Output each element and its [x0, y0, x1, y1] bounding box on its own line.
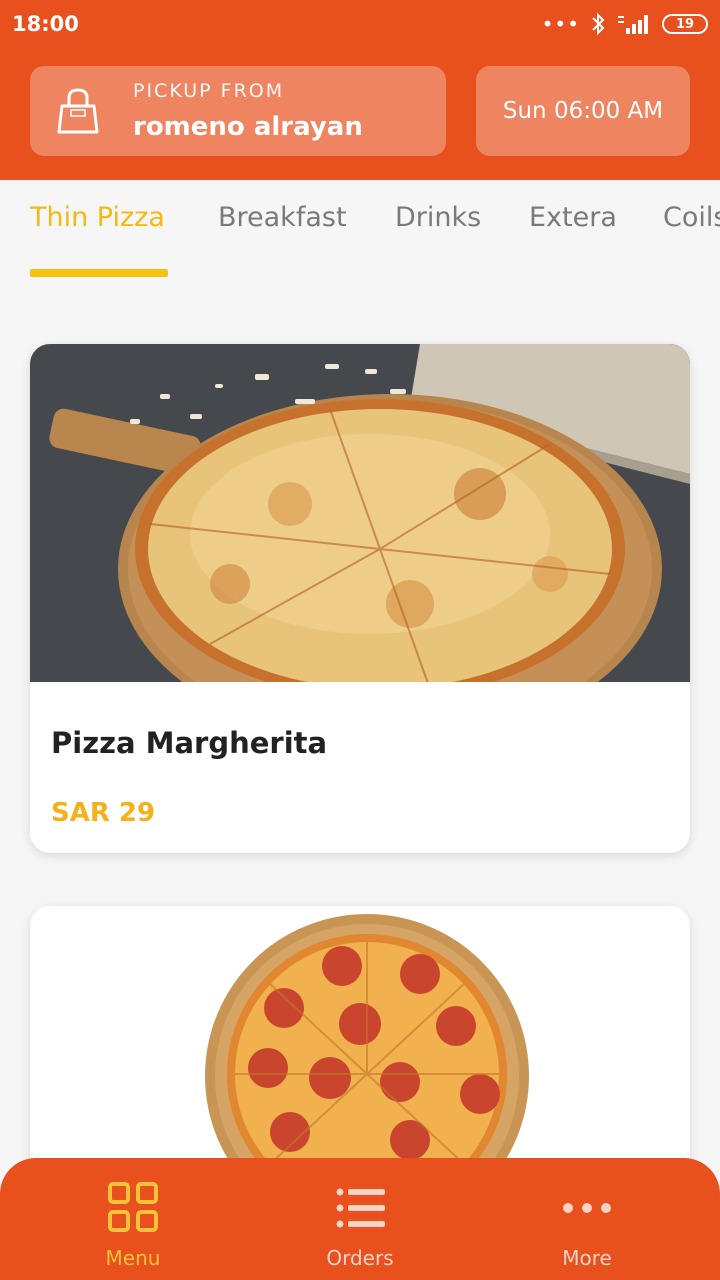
shopping-bag-icon [57, 88, 99, 134]
menu-item-card[interactable]: Pizza Margherita SAR 29 [30, 344, 690, 853]
status-icons: ••• 19 [542, 12, 708, 36]
pizza-margherita-image [30, 344, 690, 682]
pickup-label: PICKUP FROM [133, 80, 285, 102]
menu-item-name: Pizza Margherita [51, 726, 328, 760]
battery-indicator: 19 [662, 14, 708, 34]
status-time: 18:00 [12, 12, 79, 36]
pickup-time-selector[interactable]: Sun 06:00 AM [476, 66, 690, 156]
bottom-navigation: Menu Orders More [0, 1158, 720, 1280]
nav-orders[interactable]: Orders [240, 1158, 480, 1280]
category-tabs: Thin Pizza Breakfast Drinks Extera Coils [0, 180, 720, 280]
nav-orders-label: Orders [326, 1246, 394, 1270]
tab-coils[interactable]: Coils [663, 202, 720, 233]
tab-breakfast[interactable]: Breakfast [218, 202, 347, 233]
pickup-location-name: romeno alrayan [133, 112, 363, 142]
list-icon [336, 1188, 385, 1228]
tab-extera[interactable]: Extera [529, 202, 617, 233]
pickup-location-selector[interactable]: PICKUP FROM romeno alrayan [30, 66, 446, 156]
menu-item-price: SAR 29 [51, 798, 156, 828]
more-dots-icon [563, 1203, 611, 1213]
grid-icon [108, 1182, 158, 1232]
nav-menu-label: Menu [105, 1246, 161, 1270]
nav-more[interactable]: More [467, 1158, 707, 1280]
nav-menu[interactable]: Menu [13, 1158, 253, 1280]
nav-more-label: More [562, 1246, 612, 1270]
header: PICKUP FROM romeno alrayan Sun 06:00 AM [0, 50, 720, 180]
signal-icon [618, 15, 648, 34]
status-bar: 18:00 ••• 19 [0, 0, 720, 50]
tab-thin-pizza[interactable]: Thin Pizza [30, 202, 165, 233]
tab-drinks[interactable]: Drinks [395, 202, 481, 233]
pickup-time: Sun 06:00 AM [502, 98, 664, 124]
active-tab-indicator [30, 269, 168, 277]
notification-dots-icon: ••• [541, 12, 580, 36]
bluetooth-icon [592, 12, 605, 36]
